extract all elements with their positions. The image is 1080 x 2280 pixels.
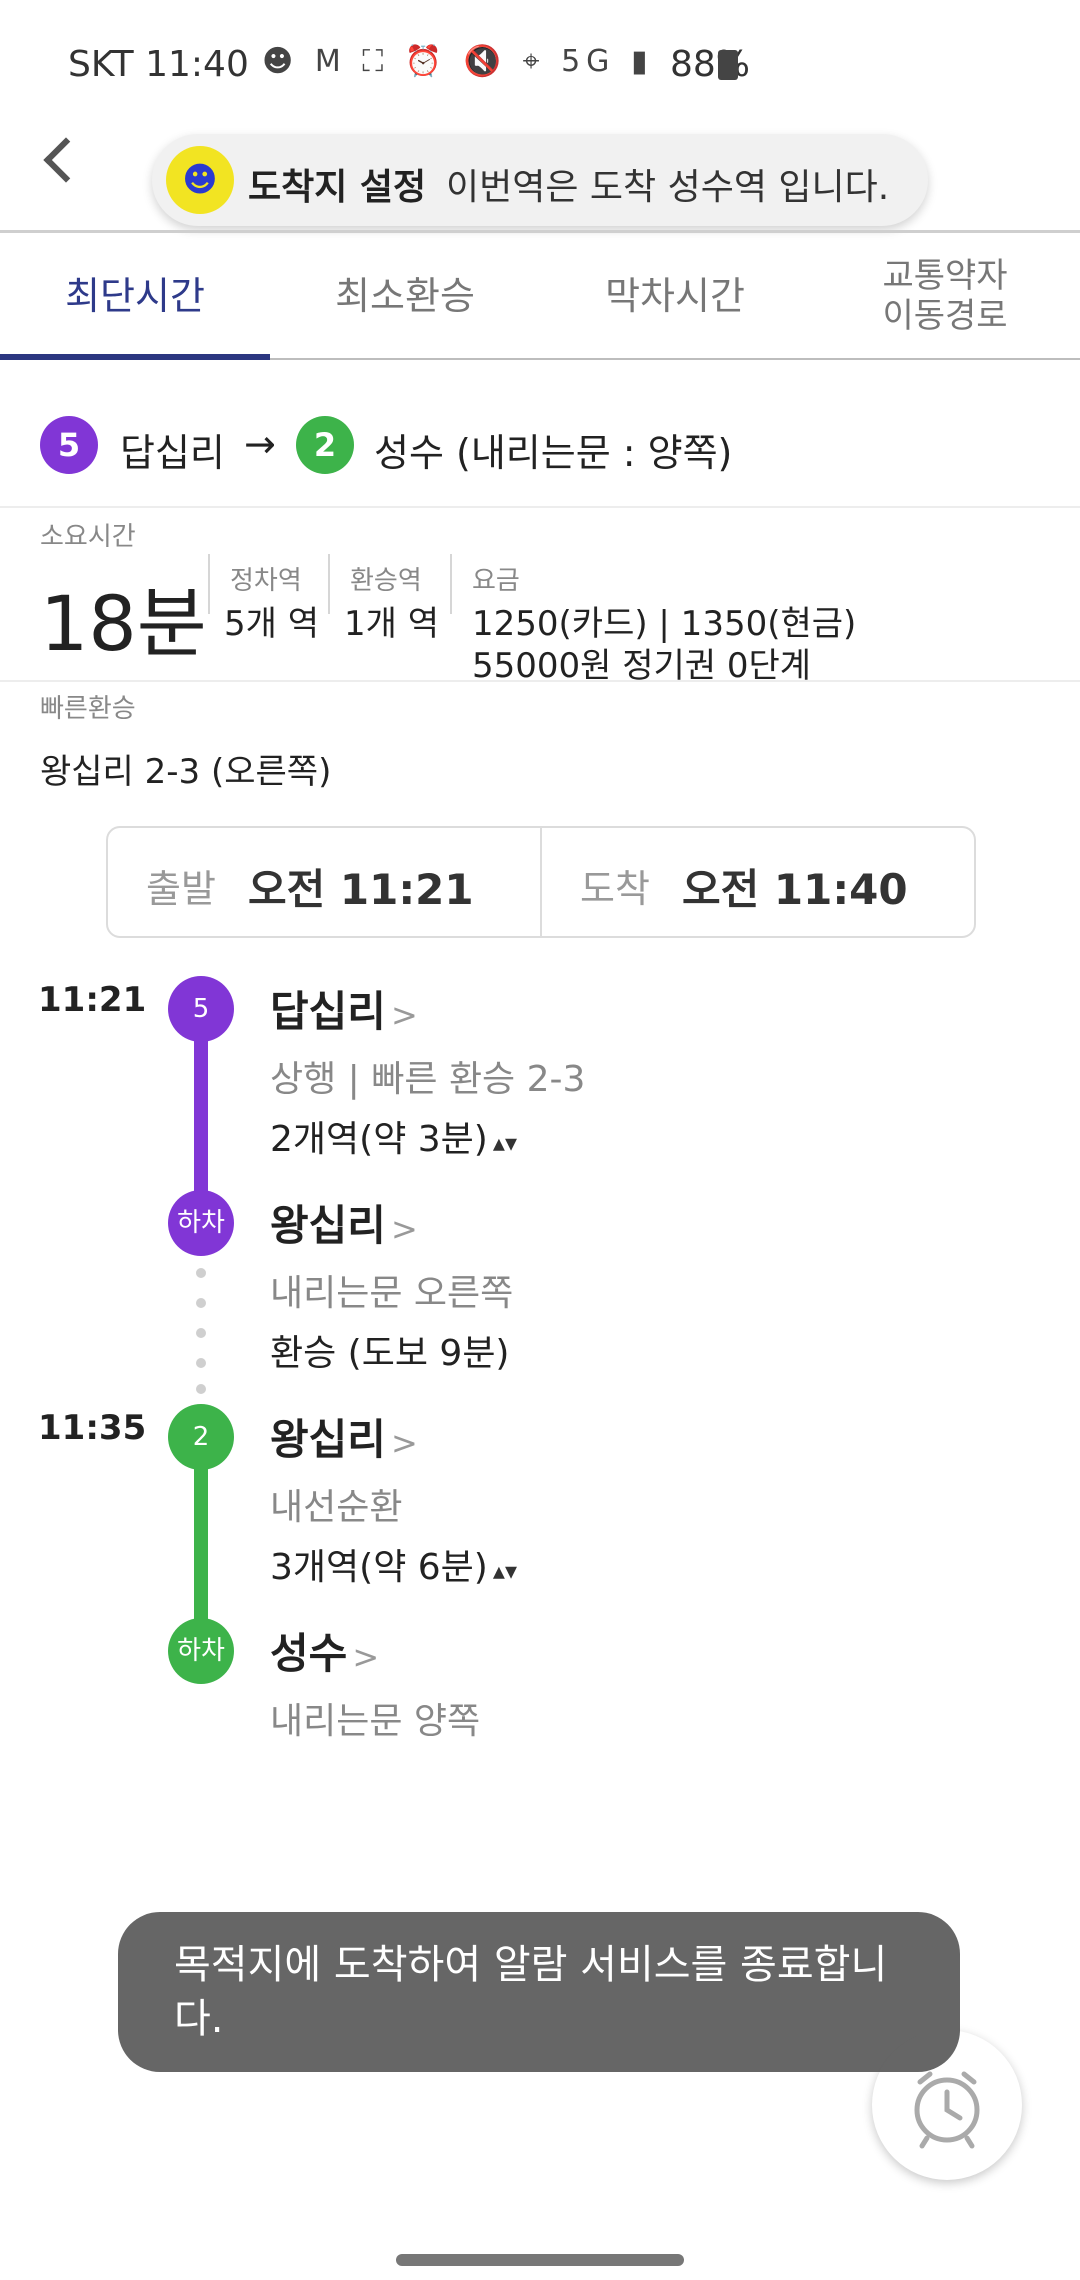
alarm-icon: ⏰	[404, 44, 449, 79]
depart-label: 출발	[146, 867, 216, 911]
character-icon: ☻	[262, 44, 300, 79]
walk-dot	[196, 1384, 206, 1394]
tab-min-transfer[interactable]: 최소환승	[270, 232, 540, 360]
chevron-right-icon: >	[352, 1638, 380, 1676]
segment2-time: 11:35	[38, 1408, 147, 1448]
tab-indicator	[0, 354, 270, 360]
divider	[328, 554, 330, 614]
segment2-stops-toggle[interactable]: 3개역(약 6분) ▴▾	[270, 1538, 517, 1590]
expand-toggle-icon: ▴▾	[492, 1557, 518, 1585]
5g-icon: 5G	[561, 44, 616, 79]
divider	[0, 680, 1080, 682]
line-2-badge: 2	[296, 416, 354, 474]
station-wangsimni-link[interactable]: 왕십리 >	[270, 1192, 418, 1253]
segment1-stop-count: 2개역(약 3분)	[270, 1119, 488, 1160]
station-name: 왕십리	[270, 1201, 386, 1250]
walk-dot	[196, 1328, 206, 1338]
transfers-label: 환승역	[350, 566, 422, 596]
segment2-direction: 내선순환	[270, 1487, 403, 1528]
chevron-right-icon: >	[391, 996, 418, 1034]
depart-arrive-box: 출발 오전 11:21 도착 오전 11:40	[106, 826, 976, 938]
stops-value: 5개 역	[224, 604, 319, 644]
destination-alarm-banner[interactable]: ☻ 도착지 설정 이번역은 도착 성수역 입니다.	[152, 134, 928, 226]
walk-dot	[196, 1358, 206, 1368]
screenshot-icon: ⛶	[362, 44, 390, 79]
transfers-value: 1개 역	[344, 604, 439, 644]
route-to-station: 성수 (내리는문 : 양쪽)	[374, 431, 733, 475]
destination-message: 이번역은 도착 성수역 입니다.	[446, 167, 890, 208]
arrive-time: 오전 11:40	[682, 865, 908, 914]
segment1-stops-toggle[interactable]: 2개역(약 3분) ▴▾	[270, 1110, 517, 1162]
station-name: 왕십리	[270, 1415, 386, 1464]
gesture-nav-handle[interactable]	[396, 2254, 684, 2266]
toast-text: 목적지에 도착하여 알람 서비스를 종료합니다.	[174, 1942, 888, 2042]
segment2-stop-count: 3개역(약 6분)	[270, 1547, 488, 1588]
alight2-door: 내리는문 양쪽	[270, 1701, 481, 1742]
alight1-door: 내리는문 오른쪽	[270, 1273, 514, 1314]
status-icons: ☻ M ⛶ ⏰ 🔇 ⌖ 5G ▮	[262, 44, 653, 79]
depart-time: 오전 11:21	[248, 865, 474, 914]
tab-last-train[interactable]: 막차시간	[540, 232, 810, 360]
line-2-node: 2	[168, 1404, 234, 1470]
segment1-direction: 상행 | 빠른 환승 2-3	[270, 1059, 586, 1100]
location-icon: ⌖	[522, 44, 546, 79]
route-arrow: →	[244, 422, 276, 466]
destination-label: 도착지 설정	[248, 167, 427, 208]
walk-dot	[196, 1268, 206, 1278]
status-bar: SKT 11:40 ☻ M ⛶ ⏰ 🔇 ⌖ 5G ▮ 88%	[0, 0, 1080, 120]
alight-node: 하차	[168, 1618, 234, 1684]
chevron-right-icon: >	[391, 1210, 418, 1248]
divider	[450, 554, 452, 614]
tab-shortest-time[interactable]: 최단시간	[0, 232, 270, 360]
divider	[208, 554, 210, 614]
line-5-badge: 5	[40, 416, 98, 474]
character-icon: ☻	[166, 146, 234, 214]
gmail-icon: M	[314, 44, 347, 79]
chevron-right-icon: >	[391, 1424, 418, 1462]
route-from-station: 답십리	[120, 431, 225, 475]
segment1-time: 11:21	[38, 980, 147, 1020]
alight-node: 하차	[168, 1190, 234, 1256]
station-name: 답십리	[270, 987, 386, 1036]
station-wangsimni-line2-link[interactable]: 왕십리 >	[270, 1406, 418, 1467]
walk-dot	[196, 1298, 206, 1308]
duration-label: 소요시간	[40, 522, 136, 552]
battery-icon	[718, 50, 738, 80]
back-button[interactable]	[40, 138, 80, 188]
stops-label: 정차역	[230, 566, 302, 596]
line-5-node: 5	[168, 976, 234, 1042]
divider	[540, 828, 542, 936]
transfer-walk-info: 환승 (도보 9분)	[270, 1333, 510, 1374]
station-name: 성수	[270, 1629, 348, 1678]
signal-icon: ▮	[630, 44, 654, 79]
divider	[0, 506, 1080, 508]
fast-transfer-value: 왕십리 2-3 (오른쪽)	[40, 752, 332, 792]
mute-icon: 🔇	[463, 44, 508, 79]
fast-transfer-label: 빠른환승	[40, 694, 136, 724]
fare-label: 요금	[472, 566, 520, 596]
expand-toggle-icon: ▴▾	[492, 1129, 518, 1157]
tab-accessible-route[interactable]: 교통약자 이동경로	[810, 232, 1080, 360]
arrive-label: 도착	[580, 867, 650, 911]
station-seongsu-link[interactable]: 성수 >	[270, 1620, 379, 1681]
status-carrier-time: SKT 11:40	[68, 44, 249, 85]
duration-value: 18분	[40, 579, 207, 668]
station-dapsimni-link[interactable]: 답십리 >	[270, 978, 418, 1039]
toast-message: 목적지에 도착하여 알람 서비스를 종료합니다.	[118, 1912, 960, 2072]
